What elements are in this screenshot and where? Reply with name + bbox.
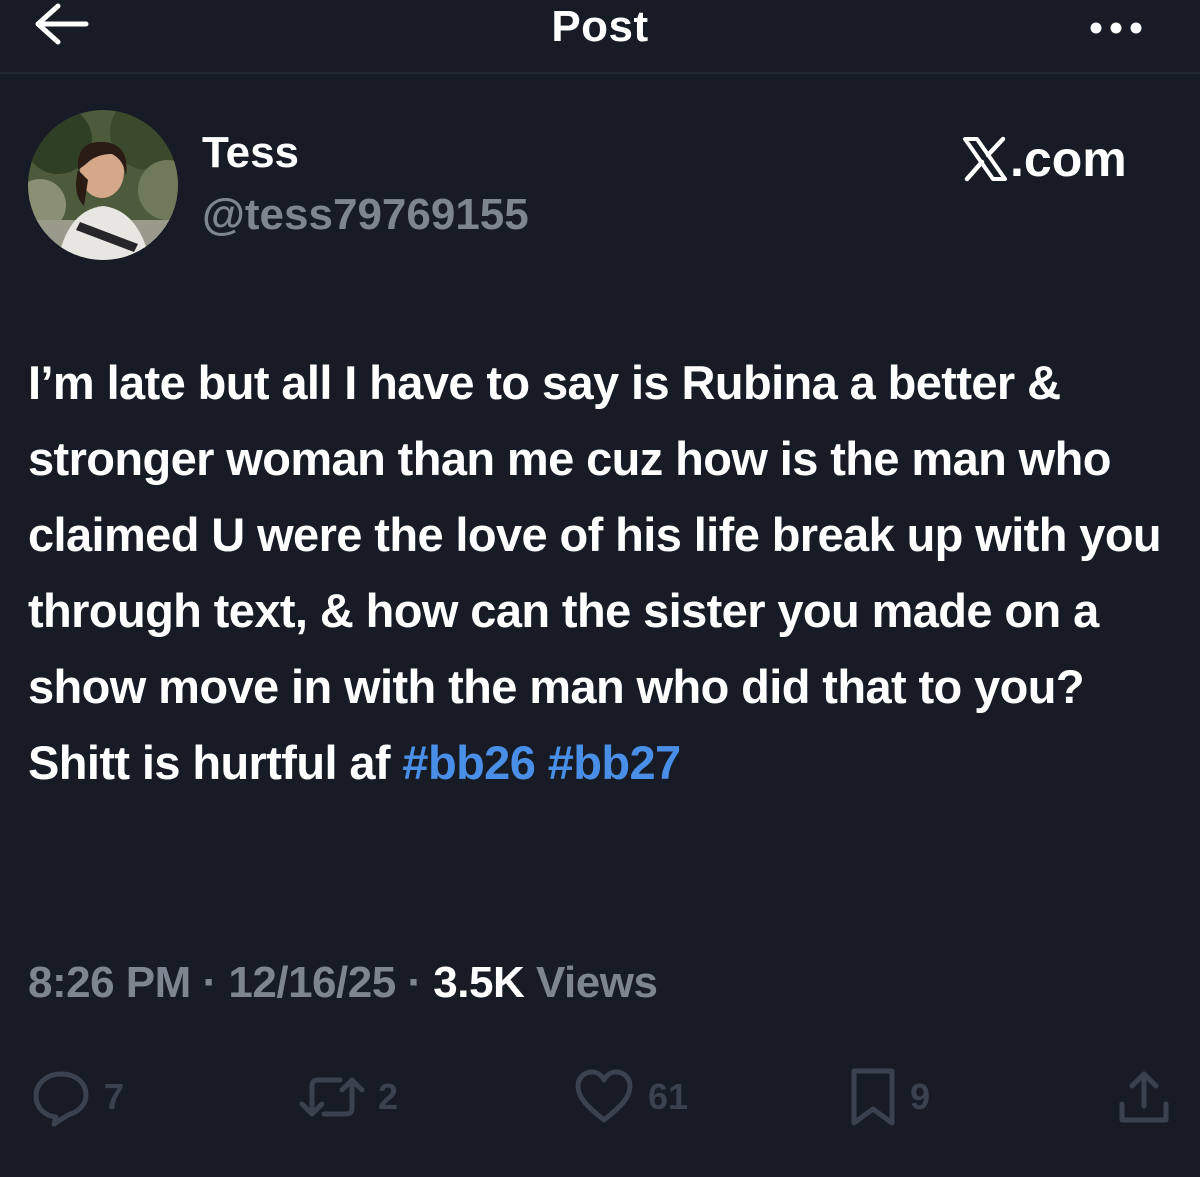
- post-time: 8:26 PM: [28, 958, 191, 1007]
- author-display-name[interactable]: Tess: [202, 128, 299, 178]
- bookmark-count: 9: [910, 1076, 931, 1117]
- post-text: I’m late but all I have to say is Rubina…: [28, 345, 1168, 801]
- repost-button[interactable]: 2: [298, 1064, 398, 1130]
- source-watermark: .com: [962, 130, 1127, 188]
- page-title: Post: [551, 2, 649, 51]
- bookmark-icon: [851, 1068, 895, 1126]
- source-label: .com: [1010, 131, 1127, 187]
- more-horizontal-icon: [1090, 22, 1142, 34]
- bookmark-button[interactable]: 9: [848, 1064, 930, 1130]
- top-bar: Post: [0, 0, 1200, 70]
- x-logo-icon: [962, 136, 1008, 182]
- meta-separator: ·: [395, 958, 434, 1007]
- repost-count: 2: [378, 1076, 399, 1117]
- avatar[interactable]: [28, 110, 178, 260]
- post-detail-page: Post Tess @tess79769155 .com I’m late bu…: [0, 0, 1200, 1177]
- hashtag-link[interactable]: #bb27: [548, 736, 681, 789]
- reply-button[interactable]: 7: [30, 1064, 124, 1130]
- action-bar: 7 2 61 9: [0, 1064, 1200, 1134]
- share-icon: [1119, 1071, 1169, 1123]
- author-handle[interactable]: @tess79769155: [202, 190, 529, 240]
- repost-icon: [299, 1077, 365, 1117]
- like-count: 61: [648, 1076, 689, 1117]
- post-meta: 8:26 PM · 12/16/25 · 3.5K Views: [28, 958, 658, 1008]
- heart-icon: [575, 1069, 633, 1123]
- reply-icon: [33, 1071, 89, 1127]
- hashtag-link[interactable]: #bb26: [402, 736, 535, 789]
- post-date: 12/16/25: [228, 958, 396, 1007]
- reply-count: 7: [104, 1076, 125, 1117]
- views-count[interactable]: 3.5K: [433, 958, 524, 1007]
- views-label: Views: [524, 958, 658, 1007]
- share-button[interactable]: [1116, 1064, 1172, 1130]
- like-button[interactable]: 61: [572, 1064, 688, 1130]
- more-options-button[interactable]: [1086, 14, 1146, 44]
- meta-separator: ·: [190, 958, 229, 1007]
- profile-photo: [28, 110, 178, 260]
- post-body-text: I’m late but all I have to say is Rubina…: [28, 356, 1162, 789]
- header-divider: [0, 72, 1200, 74]
